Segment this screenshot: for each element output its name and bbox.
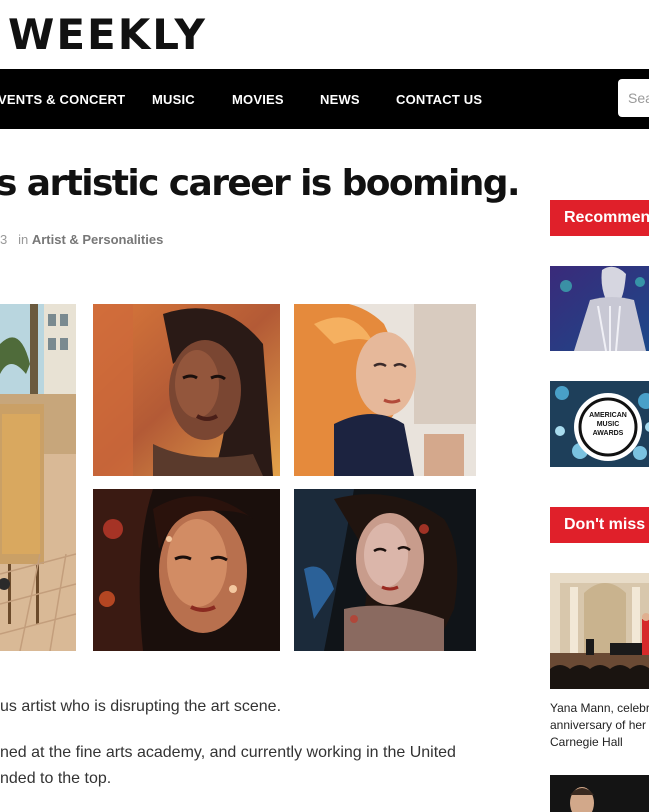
nav-events-concert[interactable]: VENTS & CONCERT — [0, 69, 125, 129]
site-logo[interactable]: WEEKLY — [8, 10, 207, 60]
portrait-painting-3 — [93, 489, 280, 651]
awards-badge-line-2: MUSIC — [596, 421, 620, 428]
article-paragraph-2-line-2: nded to the top. — [0, 770, 112, 787]
portrait-painting-2 — [294, 304, 476, 476]
search-box — [618, 79, 649, 117]
awards-badge-line-1: AMERICAN — [589, 412, 627, 419]
article-meta: 3 in Artist & Personalities — [0, 232, 163, 247]
sidebar-recommended-heading: Recommende — [550, 200, 649, 236]
article-paragraph-1: us artist who is disrupting the art scen… — [0, 698, 282, 715]
search-input[interactable] — [618, 79, 649, 117]
sidebar-caption-line-2: anniversary of her d — [550, 718, 649, 732]
article-title: s artistic career is booming. — [0, 163, 521, 204]
article-category-link[interactable]: Artist & Personalities — [32, 232, 164, 247]
article-date: 3 — [0, 232, 8, 247]
nav-movies[interactable]: MOVIES — [232, 69, 284, 129]
nav-news[interactable]: NEWS — [320, 69, 360, 129]
artist-street-photo — [0, 304, 76, 651]
awards-badge-text: AMERICAN MUSIC AWARDS — [584, 411, 632, 438]
portrait-painting-4 — [294, 489, 476, 651]
sidebar-thumb-portrait[interactable] — [550, 775, 649, 812]
sidebar-thumb-carnegie-hall[interactable] — [550, 573, 649, 689]
nav-contact-us[interactable]: CONTACT US — [396, 69, 482, 129]
sidebar-thumb-american-music-awards[interactable]: AMERICAN MUSIC AWARDS — [550, 381, 649, 467]
nav-music[interactable]: MUSIC — [152, 69, 195, 129]
awards-badge-line-3: AWARDS — [592, 430, 624, 437]
sidebar-caption[interactable]: Yana Mann, celebra anniversary of her d … — [550, 700, 649, 751]
sidebar-caption-line-1: Yana Mann, celebra — [550, 701, 649, 715]
article-meta-in: in — [18, 232, 29, 247]
sidebar-dont-miss-heading: Don't miss i — [550, 507, 649, 543]
portrait-painting-1 — [93, 304, 280, 476]
sidebar-caption-line-3: Carnegie Hall — [550, 735, 623, 749]
article-paragraph-2-line-1: ned at the fine arts academy, and curren… — [0, 744, 456, 761]
sidebar-thumb-silver-dress[interactable] — [550, 266, 649, 351]
main-navbar: VENTS & CONCERT MUSIC MOVIES NEWS CONTAC… — [0, 69, 649, 129]
